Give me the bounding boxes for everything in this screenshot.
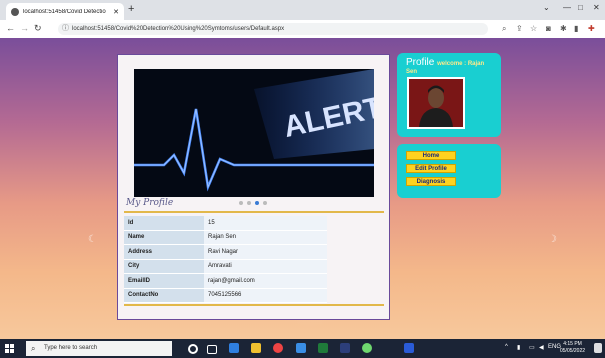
word-icon[interactable] (404, 343, 414, 353)
battery-icon[interactable]: ▭ (529, 344, 535, 351)
carousel-dot[interactable] (263, 201, 267, 205)
carousel-dot[interactable] (239, 201, 243, 205)
profile-heading-text: Profile (406, 57, 435, 68)
clock[interactable]: 4:15 PM 05/05/2022 (560, 341, 585, 355)
moon-icon-right: ☽ (548, 234, 557, 245)
carousel-indicators (239, 201, 267, 205)
field-label: EmailID (124, 273, 204, 289)
zoom-icon[interactable]: ⌕ (502, 24, 506, 34)
sidepanel-icon[interactable]: ▮ (574, 24, 578, 33)
taskbar-search-input[interactable]: ⌕ Type here to search (26, 341, 172, 356)
excel-icon[interactable] (318, 343, 328, 353)
table-row: Name Rajan Sen (124, 230, 327, 245)
field-label: Address (124, 244, 204, 260)
file-explorer-icon[interactable] (251, 343, 261, 353)
search-placeholder: Type here to search (44, 345, 98, 351)
main-panel: ALERT My Profile Id 15 Name Rajan Sen Addres… (117, 54, 390, 320)
welcome-text: welcome : Rajan (437, 61, 485, 67)
forward-icon[interactable]: → (20, 23, 29, 33)
avatar (407, 77, 465, 129)
field-label: Name (124, 230, 204, 245)
table-row: Address Ravi Nagar (124, 244, 327, 260)
url-field[interactable]: ⓘ localhost:51458/Covid%20Detection%20Us… (58, 23, 488, 35)
app-icon-1[interactable] (296, 343, 306, 353)
profile-heading: Profile welcome : Rajan (406, 57, 484, 68)
new-tab-icon[interactable]: + (128, 3, 134, 15)
network-icon[interactable]: ▮ (517, 344, 520, 351)
reload-icon[interactable]: ↻ (34, 23, 42, 34)
windows-start-icon[interactable] (5, 344, 14, 353)
task-view-icon[interactable] (207, 345, 217, 354)
app-icon-3[interactable] (362, 343, 372, 353)
browser-tab-bar: localhost:51458/Covid Detectio ✕ + ⌄ — □… (0, 0, 605, 20)
field-value: Ravi Nagar (204, 244, 327, 260)
chevron-down-icon[interactable]: ⌄ (543, 3, 550, 12)
page-background: ☾ ☽ ALERT My Profile Id 15 Name Rajan Sen Ad… (0, 38, 605, 339)
clock-date: 05/05/2022 (560, 348, 586, 354)
profile-box: Profile welcome : Rajan Sen (397, 53, 501, 137)
info-icon: ⓘ (62, 25, 69, 32)
tab-title: localhost:51458/Covid Detectio (23, 8, 106, 15)
favicon-icon (11, 7, 19, 16)
menu-button-edit-profile[interactable]: Edit Profile (406, 164, 456, 173)
field-value: Amravati (204, 259, 327, 274)
extensions-icon[interactable]: ✱ (560, 24, 567, 33)
carousel-dot[interactable] (255, 201, 259, 205)
taskbar: ⌕ Type here to search ^ ▮ ▭ ◀ ENG 4:15 P… (0, 339, 605, 358)
field-label: City (124, 259, 204, 274)
url-text: localhost:51458/Covid%20Detection%20Usin… (72, 26, 285, 32)
tray-chevron-icon[interactable]: ^ (505, 344, 508, 350)
field-value: rajan@gmail.com (204, 273, 327, 289)
camera-icon[interactable]: ◙ (546, 24, 551, 33)
field-label: ContactNo (124, 288, 204, 303)
table-row: ContactNo 7045125566 (124, 288, 327, 303)
divider-top (124, 211, 384, 213)
moon-icon-left: ☾ (88, 234, 97, 245)
search-icon: ⌕ (31, 344, 36, 353)
extension-icon[interactable]: ✚ (588, 24, 595, 33)
volume-icon[interactable]: ◀ (539, 344, 544, 351)
alert-banner-image: ALERT (134, 69, 374, 197)
edge-icon[interactable] (229, 343, 239, 353)
close-tab-icon[interactable]: ✕ (113, 8, 119, 16)
app-icon-2[interactable] (340, 343, 350, 353)
chrome-icon[interactable] (273, 343, 283, 353)
table-row: EmailID rajan@gmail.com (124, 273, 327, 289)
browser-tab[interactable]: localhost:51458/Covid Detectio ✕ (6, 3, 124, 20)
section-title: My Profile (126, 198, 174, 208)
profile-table: Id 15 Name Rajan Sen Address Ravi Nagar City Am… (124, 216, 327, 303)
close-window-icon[interactable]: ✕ (593, 3, 600, 12)
field-value: 15 (204, 216, 327, 231)
field-value: 7045125566 (204, 288, 327, 303)
menu-button-diagnosis[interactable]: Diagnosis (406, 177, 456, 186)
welcome-text-cont: Sen (406, 69, 418, 75)
menu-box: Home Edit Profile Diagnosis (397, 144, 501, 198)
cortana-icon[interactable] (188, 344, 198, 354)
share-icon[interactable]: ⇪ (516, 24, 523, 33)
field-value: Rajan Sen (204, 230, 327, 245)
address-bar-row: ← → ↻ ⓘ localhost:51458/Covid%20Detectio… (0, 20, 605, 39)
carousel-dot[interactable] (247, 201, 251, 205)
clock-time: 4:15 PM (563, 341, 582, 347)
back-icon[interactable]: ← (6, 23, 15, 33)
table-row: Id 15 (124, 216, 327, 231)
table-row: City Amravati (124, 259, 327, 274)
minimize-icon[interactable]: — (563, 3, 571, 12)
maximize-icon[interactable]: □ (578, 3, 583, 12)
menu-button-home[interactable]: Home (406, 151, 456, 160)
field-label: Id (124, 216, 204, 231)
notification-icon[interactable] (594, 343, 602, 353)
divider-bottom (124, 304, 384, 306)
star-icon[interactable]: ☆ (530, 24, 537, 33)
